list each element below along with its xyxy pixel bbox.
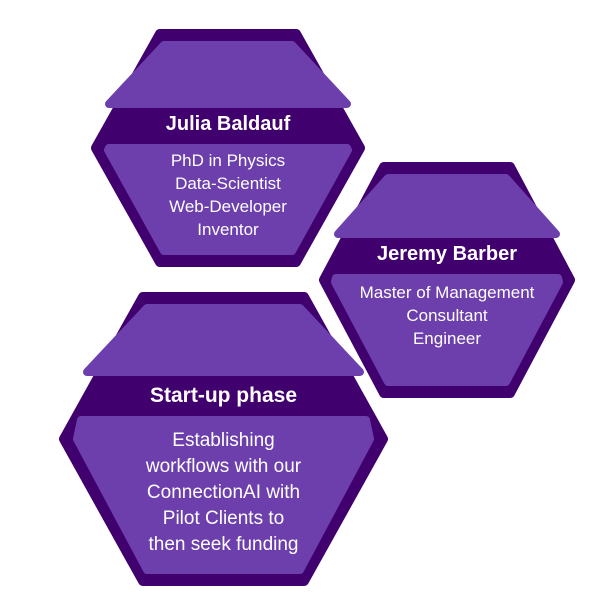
description-line: Inventor (197, 220, 259, 239)
description-line: Web-Developer (169, 197, 287, 216)
hexagon-description: Establishing workflows with our Connecti… (64, 428, 383, 558)
description-line: Establishing (172, 430, 275, 451)
description-line: Pilot Clients to (162, 508, 285, 529)
description-line: Master of Management (359, 283, 535, 302)
description-line: Data-Scientist (175, 174, 281, 193)
hexagon-title: Julia Baldauf (165, 113, 291, 135)
description-line: PhD in Physics (170, 151, 286, 170)
description-line: ConnectionAI with (146, 482, 301, 503)
description-line: then seek funding (148, 534, 299, 555)
hexagon-title: Start-up phase (149, 384, 298, 407)
hexagon-title: Jeremy Barber (376, 243, 518, 265)
description-line: Consultant (406, 306, 488, 325)
description-line: workflows with our (145, 456, 302, 477)
description-line: Engineer (412, 329, 482, 348)
hexagon-description: Master of Management Consultant Engineer (324, 281, 570, 350)
hexagon-jeremy-barber (319, 162, 575, 398)
hexagon-description: PhD in Physics Data-Scientist Web-Develo… (96, 149, 360, 241)
